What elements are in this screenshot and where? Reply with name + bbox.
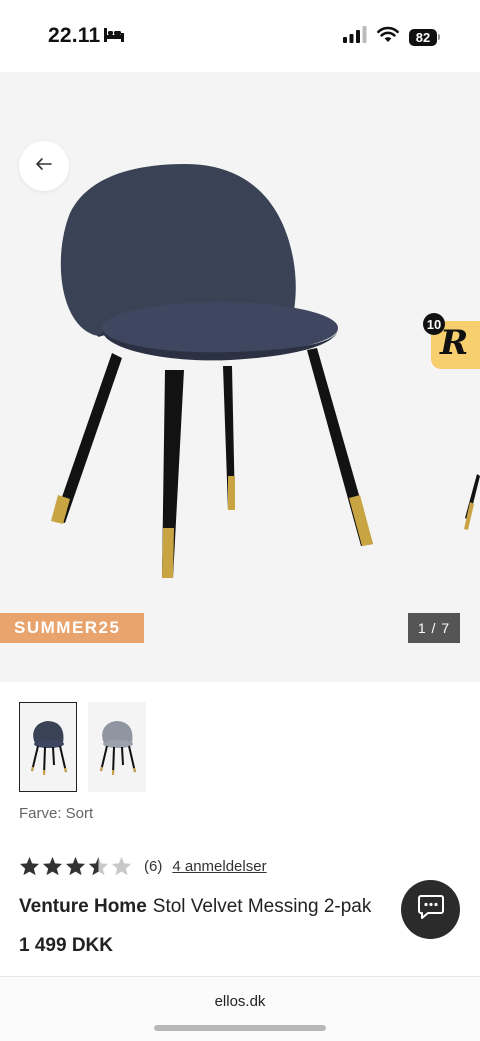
- promo-badge-count: 10: [423, 313, 445, 335]
- rating-row: (6) 4 anmeldelser: [19, 855, 267, 877]
- star-rating: [19, 856, 132, 876]
- campaign-tag: SUMMER25: [0, 613, 144, 643]
- status-bar: 22.11 82: [0, 0, 480, 72]
- review-count: (6): [144, 857, 163, 875]
- status-indicators: 82: [343, 26, 440, 48]
- star-icon-empty: [111, 856, 132, 876]
- status-time: 22.11: [48, 24, 101, 47]
- wifi-icon: [377, 26, 399, 48]
- home-indicator: [154, 1025, 326, 1031]
- color-thumbnail-dark[interactable]: [19, 702, 77, 792]
- chat-button[interactable]: [401, 880, 460, 939]
- star-icon-full: [65, 856, 86, 876]
- reviews-link[interactable]: 4 anmeldelser: [172, 858, 266, 875]
- star-icon-full: [42, 856, 63, 876]
- browser-bottom-bar: ellos.dk: [0, 976, 480, 1041]
- url-bar[interactable]: ellos.dk: [0, 993, 480, 1010]
- bed-icon: [103, 27, 125, 48]
- thumbnail-chair-grey: [100, 721, 136, 776]
- promo-logo: R: [440, 323, 469, 363]
- color-thumbnail-grey[interactable]: [88, 702, 146, 792]
- product-name: Stol Velvet Messing 2-pak: [152, 896, 372, 917]
- image-counter: 1 / 7: [408, 613, 460, 643]
- star-icon-full: [19, 856, 40, 876]
- product-price: 1 499 DKK: [19, 935, 113, 956]
- thumbnail-chair-dark: [31, 721, 67, 776]
- battery-icon: 82: [409, 28, 440, 46]
- product-title: Venture Home Stol Velvet Messing 2-pak: [19, 896, 371, 918]
- battery-level: 82: [409, 28, 437, 46]
- color-label: Farve: Sort: [19, 805, 94, 822]
- star-icon-half: [88, 856, 109, 876]
- product-image-chair: [51, 164, 373, 578]
- product-brand[interactable]: Venture Home: [19, 896, 147, 917]
- next-image-peek: [464, 474, 480, 530]
- product-image-gallery[interactable]: R 10 SUMMER25 1 / 7: [0, 72, 480, 682]
- chat-bubble-icon: [417, 894, 445, 925]
- signal-icon: [343, 26, 367, 48]
